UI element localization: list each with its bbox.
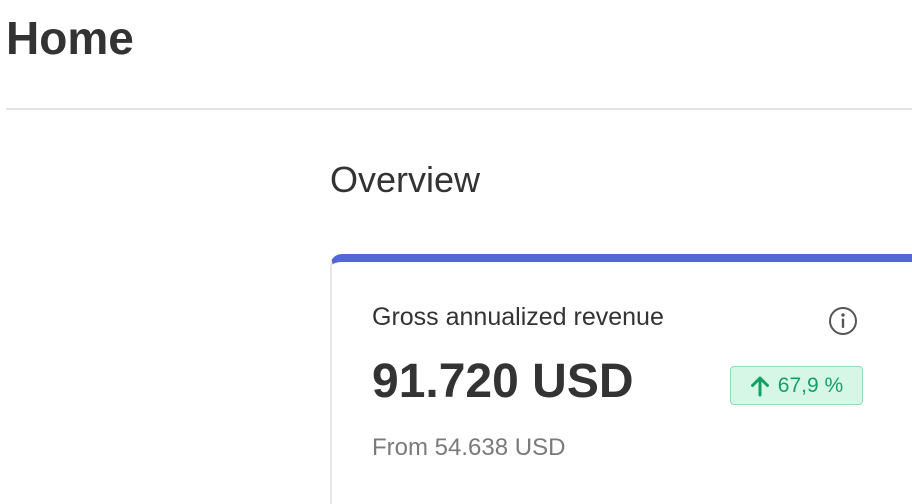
gross-revenue-card: Gross annualized revenue 91.720 USD 67,9… [330,254,912,504]
change-percent: 67,9 % [777,373,844,397]
arrow-up-icon [750,375,770,397]
header-divider [6,108,912,110]
metric-value: 91.720 USD [372,355,634,408]
info-circle-icon[interactable] [828,306,858,336]
change-badge: 67,9 % [730,366,863,405]
page-title: Home [6,12,134,64]
section-title-overview: Overview [330,159,481,200]
comparison-text: From 54.638 USD [372,434,566,461]
metric-label: Gross annualized revenue [372,303,664,331]
page: Home Overview Gross annualized revenue 9… [0,0,912,504]
